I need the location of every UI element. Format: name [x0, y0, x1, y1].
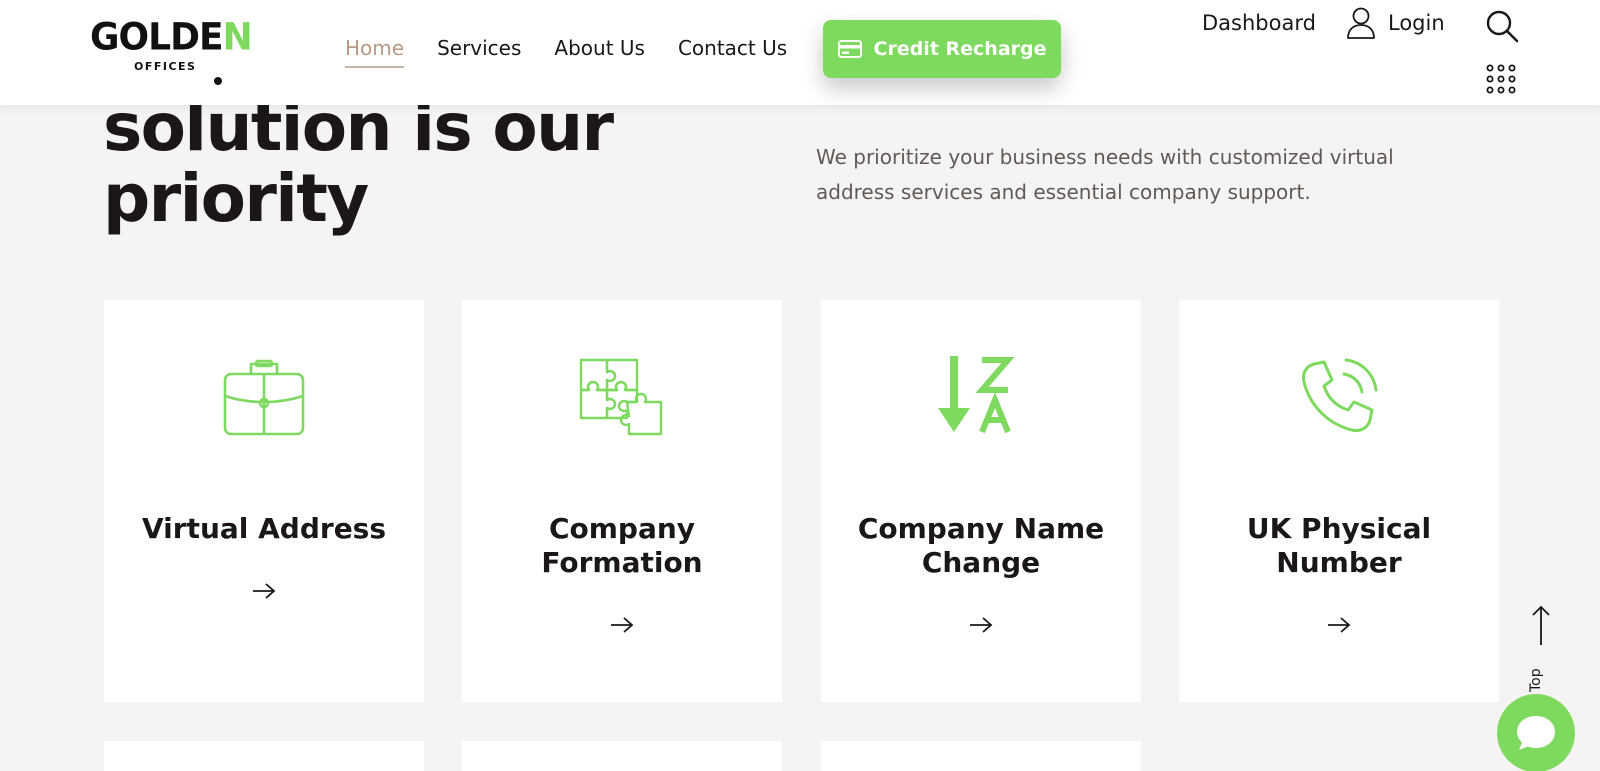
service-title: UK Physical Number — [1246, 512, 1432, 579]
service-title: Virtual Address — [141, 512, 387, 545]
service-card-partial[interactable] — [821, 741, 1141, 771]
service-title: Company Formation — [541, 512, 703, 579]
logo[interactable]: GOLDEN OFFICES — [90, 16, 253, 90]
apps-grid-icon[interactable] — [1486, 64, 1516, 94]
hero-title: solution is our priority — [103, 92, 723, 234]
chat-bubble-icon — [1517, 716, 1555, 750]
nav-item-home[interactable]: Home — [345, 34, 405, 68]
logo-dot — [214, 77, 222, 85]
logo-wordmark: GOLDEN — [90, 15, 253, 59]
arrow-right-icon[interactable] — [969, 616, 993, 634]
login-link[interactable]: Login — [1346, 6, 1445, 40]
credit-recharge-button[interactable]: Credit Recharge — [823, 20, 1061, 78]
service-card-partial[interactable] — [104, 741, 424, 771]
briefcase-icon — [223, 359, 305, 436]
service-card-company-formation[interactable]: Company Formation — [462, 300, 782, 702]
service-card-company-name-change[interactable]: Company Name Change — [821, 300, 1141, 702]
phone-icon — [1302, 358, 1378, 432]
arrow-right-icon[interactable] — [610, 616, 634, 634]
scroll-to-top-label: Top — [1528, 668, 1544, 692]
search-icon[interactable] — [1484, 8, 1520, 44]
arrow-right-icon[interactable] — [1327, 616, 1351, 634]
chat-button[interactable] — [1497, 694, 1575, 771]
credit-card-icon — [837, 40, 862, 58]
scroll-to-top-button[interactable]: Top — [1526, 604, 1556, 692]
dashboard-link[interactable]: Dashboard — [1202, 9, 1316, 37]
nav-item-about-us[interactable]: About Us — [554, 34, 645, 62]
credit-recharge-label: Credit Recharge — [873, 38, 1047, 60]
hero-description: We prioritize your business needs with c… — [816, 145, 1394, 204]
login-label: Login — [1388, 11, 1445, 35]
arrow-right-icon[interactable] — [252, 582, 276, 600]
puzzle-icon — [579, 358, 663, 436]
hero-title-line: priority — [103, 160, 369, 237]
service-title: Company Name Change — [857, 512, 1105, 579]
service-card-partial[interactable] — [462, 741, 782, 771]
logo-subtitle: OFFICES — [134, 60, 197, 73]
service-card-virtual-address[interactable]: Virtual Address — [104, 300, 424, 702]
arrow-up-icon — [1532, 605, 1550, 645]
sort-z-a-icon — [938, 356, 1015, 434]
nav-item-services[interactable]: Services — [437, 34, 521, 62]
user-icon — [1347, 7, 1375, 39]
nav-item-contact-us[interactable]: Contact Us — [678, 34, 787, 62]
main-nav: Home Services About Us Contact Us — [345, 34, 820, 68]
site-header: GOLDEN OFFICES Home Services About Us Co… — [0, 0, 1600, 105]
service-card-uk-physical-number[interactable]: UK Physical Number — [1179, 300, 1499, 702]
